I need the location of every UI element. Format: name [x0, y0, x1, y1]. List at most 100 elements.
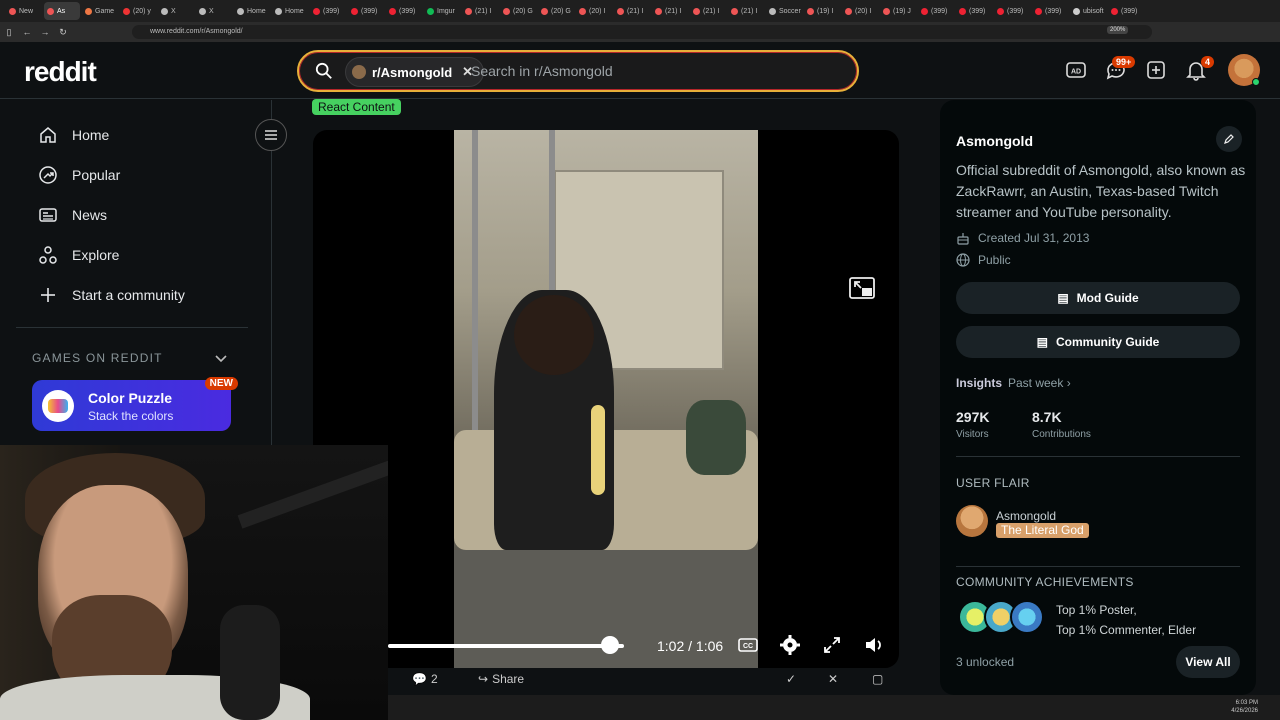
- create-post-icon[interactable]: [1144, 58, 1168, 82]
- video-time: 1:02 / 1:06: [657, 638, 724, 654]
- user-flair-tag[interactable]: The Literal God: [996, 523, 1089, 538]
- tab-title: (399): [1121, 7, 1138, 15]
- settings-gear-icon[interactable]: [779, 634, 801, 656]
- remove-icon[interactable]: ✕: [828, 672, 838, 686]
- nav-item-news[interactable]: News: [38, 203, 107, 227]
- video-frame[interactable]: [454, 130, 758, 668]
- browser-tab[interactable]: X: [158, 2, 194, 20]
- tab-title: (399): [969, 7, 986, 15]
- tab-favicon-icon: [1073, 7, 1080, 15]
- tab-title: (399): [1045, 7, 1062, 15]
- mod-actions-icon[interactable]: ▢: [872, 672, 883, 686]
- browser-tab[interactable]: (399): [348, 2, 384, 20]
- games-heading[interactable]: GAMES ON REDDIT: [32, 351, 163, 365]
- browser-tab[interactable]: (399): [918, 2, 954, 20]
- new-badge: NEW: [204, 377, 238, 390]
- browser-tab[interactable]: (399): [994, 2, 1030, 20]
- nav-item-explore[interactable]: Explore: [38, 243, 119, 267]
- reload-icon[interactable]: ↻: [54, 27, 72, 38]
- tab-title: Imgur: [437, 7, 455, 15]
- search-bar[interactable]: r/Asmongold ✕ Search in r/Asmongold: [297, 50, 859, 92]
- fullscreen-icon[interactable]: [821, 634, 843, 656]
- community-guide-button[interactable]: ▤ Community Guide: [956, 326, 1240, 358]
- subreddit-chip[interactable]: r/Asmongold ✕: [345, 57, 485, 87]
- browser-tab[interactable]: Imgur: [424, 2, 460, 20]
- captions-icon[interactable]: CC: [737, 634, 759, 656]
- comments-button[interactable]: 💬 2: [412, 672, 438, 686]
- browser-tab[interactable]: (20) I: [576, 2, 612, 20]
- browser-tab[interactable]: Home: [234, 2, 270, 20]
- browser-tab[interactable]: (399): [386, 2, 422, 20]
- tab-title: (20) I: [855, 7, 872, 15]
- chevron-down-icon[interactable]: [214, 351, 228, 365]
- book-icon: ▤: [1036, 335, 1048, 349]
- forward-icon[interactable]: →: [36, 27, 54, 37]
- browser-tab[interactable]: (20) I: [842, 2, 878, 20]
- browser-tab[interactable]: As: [44, 2, 80, 20]
- browser-tab[interactable]: ubisoft: [1070, 2, 1106, 20]
- reddit-logo[interactable]: reddit: [24, 56, 97, 88]
- tab-title: X: [209, 7, 214, 15]
- browser-tab[interactable]: (20) G: [538, 2, 574, 20]
- collapse-nav-button[interactable]: [255, 119, 287, 151]
- browser-tab[interactable]: (399): [1032, 2, 1068, 20]
- browser-tab[interactable]: Game: [82, 2, 118, 20]
- news-icon: [39, 208, 57, 222]
- volume-icon[interactable]: [863, 634, 885, 656]
- ad-icon[interactable]: AD: [1064, 58, 1088, 82]
- visibility-text: Public: [978, 253, 1011, 267]
- video-player[interactable]: 1:02 / 1:06 CC: [313, 130, 899, 668]
- nav-item-start-community[interactable]: Start a community: [38, 283, 185, 307]
- game-subtitle: Stack the colors: [88, 409, 174, 423]
- browser-tab[interactable]: (21) I: [652, 2, 688, 20]
- tab-title: Soccer: [779, 7, 801, 15]
- browser-tab[interactable]: New: [6, 2, 42, 20]
- mod-guide-button[interactable]: ▤ Mod Guide: [956, 282, 1240, 314]
- view-all-button[interactable]: View All: [1176, 646, 1240, 678]
- browser-tab[interactable]: (19) J: [880, 2, 916, 20]
- tab-favicon-icon: [769, 7, 776, 15]
- browser-tab[interactable]: Home: [272, 2, 308, 20]
- user-avatar[interactable]: [1228, 54, 1260, 86]
- color-puzzle-card[interactable]: Color Puzzle Stack the colors NEW: [32, 377, 238, 431]
- browser-tab[interactable]: (21) I: [462, 2, 498, 20]
- browser-tab[interactable]: (399): [1108, 2, 1144, 20]
- user-flair-heading: USER FLAIR: [956, 476, 1030, 490]
- share-button[interactable]: ↪ Share: [478, 672, 524, 686]
- browser-tab[interactable]: X: [196, 2, 232, 20]
- visitors-stat: 297K Visitors: [956, 409, 989, 440]
- browser-tab[interactable]: (20) G: [500, 2, 536, 20]
- post-flair[interactable]: React Content: [312, 99, 401, 115]
- browser-tab[interactable]: (21) I: [690, 2, 726, 20]
- sidebar-toggle-icon[interactable]: ▯: [0, 27, 18, 38]
- edit-community-button[interactable]: [1216, 126, 1242, 152]
- achievement-badge[interactable]: [1010, 600, 1044, 634]
- tab-title: (20) y: [133, 7, 151, 15]
- seek-handle[interactable]: [600, 636, 619, 654]
- url-field[interactable]: www.reddit.com/r/Asmongold/: [132, 25, 1152, 39]
- browser-tab[interactable]: (399): [310, 2, 346, 20]
- tray-clock[interactable]: 6:03 PM 4/26/2026: [1231, 699, 1258, 715]
- browser-tab[interactable]: (19) I: [804, 2, 840, 20]
- seek-bar[interactable]: [388, 644, 624, 648]
- nav-item-home[interactable]: Home: [38, 123, 109, 147]
- svg-text:CC: CC: [743, 643, 753, 650]
- browser-tab[interactable]: (21) I: [614, 2, 650, 20]
- browser-tab[interactable]: (21) I: [728, 2, 764, 20]
- approve-icon[interactable]: ✓: [786, 672, 796, 686]
- picture-in-picture-icon[interactable]: [847, 273, 877, 303]
- tab-title: ubisoft: [1083, 7, 1104, 15]
- browser-tab[interactable]: Soccer: [766, 2, 802, 20]
- back-icon[interactable]: ←: [18, 27, 36, 37]
- video-controls: 1:02 / 1:06 CC: [313, 626, 899, 668]
- reddit-header: reddit r/Asmongold ✕ Search in r/Asmongo…: [0, 42, 1280, 99]
- nav-item-popular[interactable]: Popular: [38, 163, 120, 187]
- community-description: Official subreddit of Asmongold, also kn…: [956, 162, 1246, 220]
- tab-title: (21) I: [741, 7, 758, 15]
- zoom-badge[interactable]: 200%: [1107, 26, 1129, 34]
- insights-period-link[interactable]: Past week ›: [1008, 376, 1071, 390]
- browser-tab[interactable]: (399): [956, 2, 992, 20]
- search-input[interactable]: Search in r/Asmongold: [471, 63, 613, 79]
- browser-tab[interactable]: (20) y: [120, 2, 156, 20]
- tab-favicon-icon: [161, 7, 168, 15]
